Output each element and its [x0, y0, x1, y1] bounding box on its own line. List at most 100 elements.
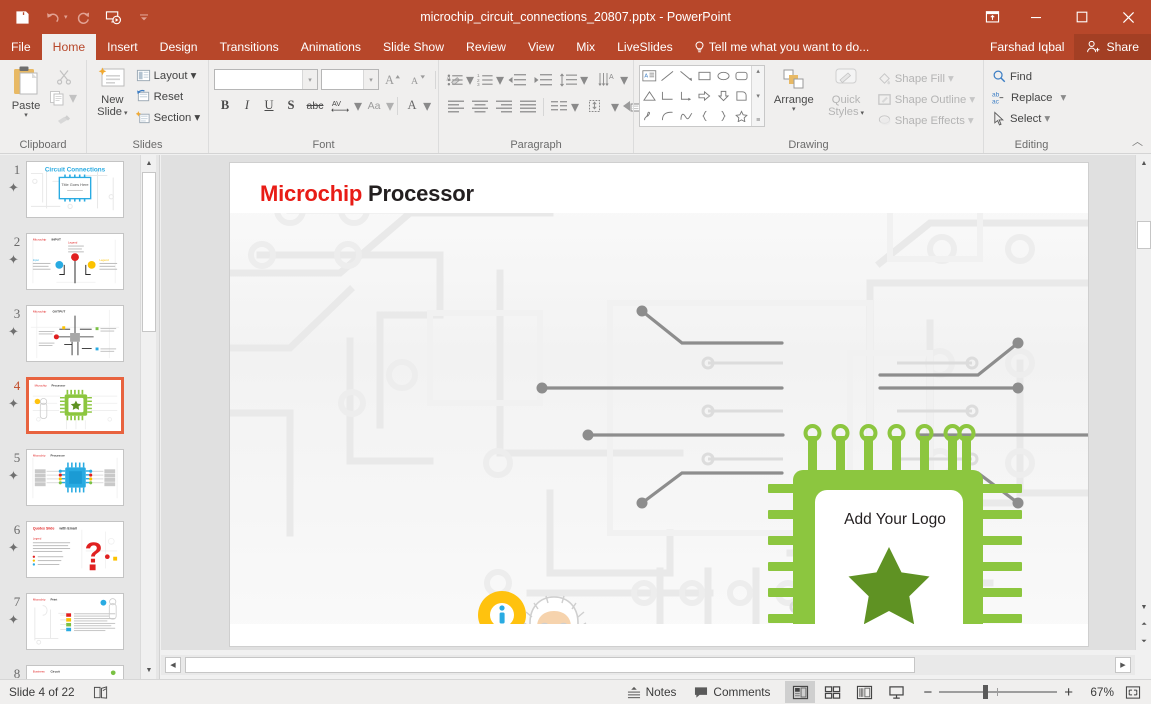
shape-oval[interactable] [714, 66, 733, 86]
thumbnail-scroll-thumb[interactable] [142, 172, 156, 332]
shape-line[interactable] [659, 66, 678, 86]
zoom-out-button[interactable]: − [923, 684, 932, 701]
zoom-slider-handle[interactable] [983, 685, 989, 699]
increase-indent-button[interactable] [530, 69, 556, 90]
layout-button[interactable]: Layout ▾ [133, 65, 203, 86]
shapes-gallery[interactable]: A ▴ ▾ ≡ [639, 65, 766, 127]
normal-view-button[interactable] [785, 681, 816, 703]
tab-slide-show[interactable]: Slide Show [372, 34, 455, 60]
select-button[interactable]: Select ▾ [989, 108, 1069, 129]
arrange-button[interactable]: Arrange ▾ [769, 65, 818, 113]
underline-button[interactable]: U [258, 95, 280, 116]
reset-button[interactable]: Reset [133, 86, 203, 107]
shape-fill-button[interactable]: Shape Fill ▾ [874, 68, 978, 89]
slide-edit-area[interactable]: Add Your Logo Microchip Processor [161, 155, 1135, 650]
tab-view[interactable]: View [517, 34, 565, 60]
thumbnail-pane-scrollbar[interactable]: ▲ ▼ [140, 155, 157, 679]
font-size-dropdown-icon[interactable]: ▾ [363, 70, 378, 89]
align-text-dropdown-icon[interactable]: ▾ [611, 97, 619, 117]
accessibility-checker-icon[interactable] [84, 680, 118, 704]
format-painter-button[interactable] [47, 109, 81, 130]
shapes-scroll-down-icon[interactable]: ▾ [756, 92, 760, 101]
paste-dropdown-icon[interactable]: ▾ [24, 112, 28, 119]
pane-splitter[interactable] [156, 155, 160, 679]
cut-button[interactable] [47, 66, 81, 87]
new-slide-dropdown-icon[interactable]: ▾ [122, 110, 128, 117]
shapes-scroll-up-icon[interactable]: ▴ [756, 67, 760, 76]
justify-button[interactable] [516, 96, 540, 117]
shape-rounded-rectangle[interactable] [733, 66, 752, 86]
decrease-font-size-icon[interactable]: A [407, 69, 429, 90]
shape-fill-dropdown-icon[interactable]: ▾ [948, 72, 954, 85]
slide-sorter-view-button[interactable] [817, 681, 847, 703]
hscroll-left-icon[interactable]: ◀ [165, 657, 181, 673]
shape-star[interactable] [733, 106, 752, 126]
share-button[interactable]: Share [1074, 34, 1151, 60]
thumbnail-slide-3[interactable]: 3 ✦ Microchip OUTPUT [0, 302, 140, 374]
character-spacing-dropdown-icon[interactable]: ▾ [354, 96, 362, 116]
shape-effects-button[interactable]: Shape Effects ▾ [874, 110, 978, 131]
tab-liveslides[interactable]: LiveSlides [606, 34, 684, 60]
bold-button[interactable]: B [214, 95, 236, 116]
previous-slide-icon[interactable]: ⏶ [1136, 616, 1151, 633]
text-shadow-button[interactable]: S [280, 95, 302, 116]
font-name-dropdown-icon[interactable]: ▾ [302, 70, 317, 89]
shape-textbox[interactable]: A [640, 66, 659, 86]
tell-me-search[interactable]: Tell me what you want to do... [684, 34, 880, 60]
tab-insert[interactable]: Insert [96, 34, 148, 60]
fit-to-window-icon[interactable] [1121, 681, 1145, 703]
tab-mix[interactable]: Mix [565, 34, 606, 60]
shape-outline-dropdown-icon[interactable]: ▾ [969, 93, 975, 106]
copy-button[interactable] [47, 88, 67, 109]
change-case-dropdown-icon[interactable]: ▾ [386, 96, 394, 116]
line-spacing-dropdown-icon[interactable]: ▾ [580, 70, 588, 90]
bullets-dropdown-icon[interactable]: ▾ [466, 70, 474, 90]
zoom-control[interactable]: − + 67% [917, 681, 1151, 703]
replace-button[interactable]: ab ac Replace ▾ [989, 87, 1069, 108]
thumbnail-slide-4[interactable]: 4 ✦ Microchip Processor [0, 374, 140, 446]
hscroll-thumb[interactable] [185, 657, 915, 673]
find-button[interactable]: Find [989, 66, 1069, 87]
font-size-combobox[interactable]: ▾ [321, 69, 379, 90]
thumbnail-scroll-up-icon[interactable]: ▲ [141, 155, 157, 172]
slide-scroll-down-icon[interactable]: ▼ [1136, 599, 1151, 616]
shape-elbow-connector[interactable] [659, 86, 678, 106]
tab-design[interactable]: Design [149, 34, 209, 60]
shape-elbow-arrow[interactable] [677, 86, 696, 106]
font-color-dropdown-icon[interactable]: ▾ [423, 96, 431, 116]
font-color-button[interactable]: A [401, 95, 423, 116]
thumbnail-slide-6[interactable]: 6 ✦ Quotes Slide with Email ? Legend [0, 518, 140, 590]
numbering-dropdown-icon[interactable]: ▾ [496, 70, 504, 90]
quick-styles-button[interactable]: Quick Styles ▾ [822, 65, 869, 118]
shape-curve[interactable] [659, 106, 678, 126]
arrange-dropdown-icon[interactable]: ▾ [792, 106, 796, 113]
section-button[interactable]: Section ▾ [133, 107, 203, 128]
decrease-indent-button[interactable] [504, 69, 530, 90]
shape-freeform[interactable] [677, 106, 696, 126]
replace-dropdown-icon[interactable]: ▾ [1060, 91, 1066, 104]
shape-triangle[interactable] [640, 86, 659, 106]
shape-effects-dropdown-icon[interactable]: ▾ [968, 114, 974, 127]
shape-rectangle[interactable] [696, 66, 715, 86]
tab-review[interactable]: Review [455, 34, 517, 60]
shape-right-brace[interactable] [714, 106, 733, 126]
next-slide-icon[interactable]: ⏷ [1136, 633, 1151, 650]
font-name-combobox[interactable]: ▾ [214, 69, 318, 90]
italic-button[interactable]: I [236, 95, 258, 116]
increase-font-size-icon[interactable]: A [382, 69, 404, 90]
thumbnail-slide-8[interactable]: 8 Business Circuit [0, 662, 140, 679]
collapse-ribbon-icon[interactable]: ︿ [1132, 133, 1143, 149]
shapes-gallery-scrollbar[interactable]: ▴ ▾ ≡ [751, 66, 765, 126]
align-left-button[interactable] [444, 96, 468, 117]
zoom-percentage[interactable]: 67% [1080, 685, 1114, 699]
tab-transitions[interactable]: Transitions [209, 34, 290, 60]
strikethrough-button[interactable]: abc [302, 95, 328, 116]
tab-file[interactable]: File [0, 34, 42, 60]
align-center-button[interactable] [468, 96, 492, 117]
shapes-more-icon[interactable]: ≡ [756, 116, 760, 125]
shape-outline-button[interactable]: Shape Outline ▾ [874, 89, 978, 110]
align-right-button[interactable] [492, 96, 516, 117]
ribbon-display-options-icon[interactable] [971, 0, 1013, 34]
text-direction-dropdown-icon[interactable]: ▾ [620, 70, 628, 90]
change-case-button[interactable]: Aa [362, 95, 386, 116]
